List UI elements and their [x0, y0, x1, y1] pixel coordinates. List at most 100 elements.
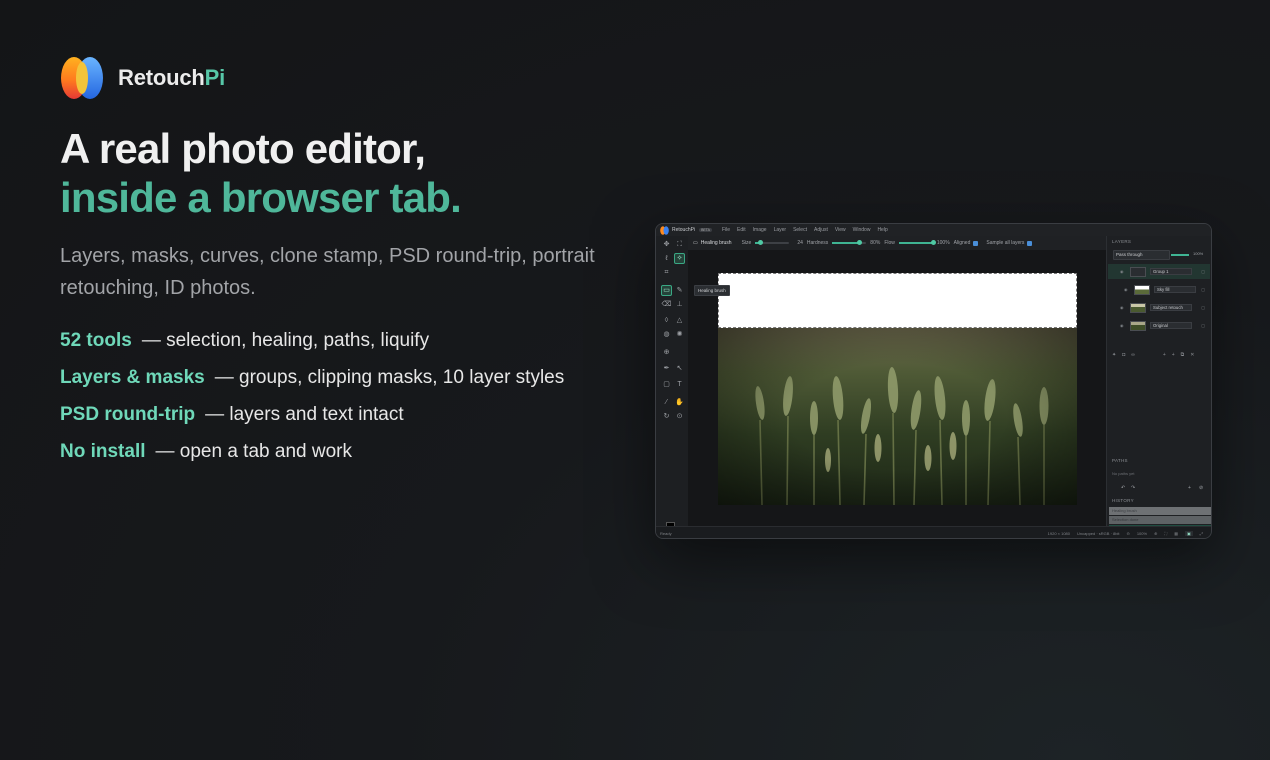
shape-tool-icon[interactable]: ▢	[661, 379, 672, 390]
lasso-tool-icon[interactable]: ℓ	[661, 253, 672, 264]
undo-icon[interactable]: ↶	[1121, 485, 1125, 491]
document-meta: Uncapped · sRGB · 8bit	[1077, 530, 1120, 536]
delete-path-icon[interactable]: ⊘	[1199, 485, 1203, 491]
delete-layer-icon[interactable]: ✕	[1190, 352, 1194, 358]
menu-help[interactable]: Help	[877, 227, 887, 233]
document-canvas[interactable]	[718, 273, 1077, 505]
bandage-icon: ▭	[693, 240, 698, 246]
folder-icon	[1130, 266, 1146, 277]
layer-name[interactable]: Sky fill	[1154, 286, 1196, 293]
healing-brush-tool-icon[interactable]: ▭	[661, 285, 672, 296]
visibility-eye-icon[interactable]: ◉	[1124, 287, 1130, 292]
menu-image[interactable]: Image	[753, 227, 767, 233]
path-select-tool-icon[interactable]: ↖	[674, 363, 685, 374]
menu-file[interactable]: File	[722, 227, 730, 233]
link-icon[interactable]: ∞	[1131, 352, 1135, 358]
feature-item: No install — open a tab and work	[60, 433, 564, 470]
canvas-area[interactable]	[688, 250, 1106, 526]
blend-mode-select[interactable]: Pass through	[1113, 250, 1170, 260]
pen-tool-icon[interactable]: ✒	[661, 363, 672, 374]
add-mask-icon[interactable]: ◘	[1122, 352, 1125, 358]
brush-tool-icon[interactable]: ✎	[674, 285, 685, 296]
layers-panel-title: LAYERS	[1112, 239, 1132, 244]
visibility-eye-icon[interactable]: ◉	[1120, 269, 1126, 274]
feature-item: PSD round-trip — layers and text intact	[60, 396, 564, 433]
status-bar: Ready 1920 × 1080 Uncapped · sRGB · 8bit…	[656, 526, 1211, 538]
feature-desc: — open a tab and work	[155, 441, 352, 462]
hand-tool-icon[interactable]: ✋	[674, 397, 685, 408]
menu-bar: RetouchPi BETA File Edit Image Layer Sel…	[656, 224, 1211, 236]
aligned-label: Aligned	[953, 240, 971, 246]
layer-row[interactable]: ◉ Group 1 ▢	[1108, 264, 1210, 279]
stamp-tool-icon[interactable]: ⊥	[674, 299, 685, 310]
document-dimensions: 1920 × 1080	[1047, 530, 1070, 536]
new-group-icon[interactable]: +	[1163, 352, 1166, 358]
status-right: 1920 × 1080 Uncapped · sRGB · 8bit ⊖ 100…	[1047, 530, 1203, 536]
duplicate-layer-icon[interactable]: ⧉	[1181, 352, 1185, 358]
hardness-slider[interactable]	[832, 240, 867, 245]
fit-screen-icon[interactable]: ⛶	[1164, 531, 1167, 536]
lock-icon[interactable]: ▢	[1201, 287, 1205, 292]
rotate-view-tool-icon[interactable]: ↻	[661, 411, 672, 422]
history-item[interactable]: Selection done	[1109, 516, 1211, 524]
crop-tool-icon[interactable]: ⌗	[661, 267, 672, 278]
visibility-eye-icon[interactable]: ◉	[1120, 305, 1126, 310]
move-tool-icon[interactable]: ✥	[661, 239, 672, 250]
headline-line-2: inside a browser tab.	[60, 174, 462, 221]
add-style-icon[interactable]: ✦	[1112, 352, 1116, 358]
opacity-slider[interactable]	[1171, 254, 1189, 256]
visibility-eye-icon[interactable]: ◉	[1120, 323, 1126, 328]
layer-name[interactable]: Subject retouch	[1150, 304, 1192, 311]
history-item[interactable]: Healing brush	[1109, 507, 1211, 515]
layer-name[interactable]: Group 1	[1150, 268, 1192, 275]
lock-icon[interactable]: ▢	[1201, 305, 1205, 310]
size-label: Size	[741, 240, 752, 246]
size-slider[interactable]	[755, 240, 790, 245]
add-path-icon[interactable]: +	[1188, 485, 1191, 491]
brand: RetouchPi	[60, 56, 225, 100]
redo-icon[interactable]: ↷	[1131, 485, 1135, 491]
layer-thumbnail	[1130, 302, 1146, 313]
menu-adjust[interactable]: Adjust	[814, 227, 828, 233]
flow-slider[interactable]	[898, 240, 936, 245]
fullscreen-icon[interactable]: ⤢	[1200, 531, 1203, 536]
type-tool-icon[interactable]: T	[674, 379, 685, 390]
zoom-in-icon[interactable]: ⊕	[1154, 531, 1157, 536]
tools-panel: ✥ ⛶ ℓ ✧ ⌗ ▭ ✎ ⌫ ⊥ ◊ △ ◍ ✺ ⊕ ✒ ↖ ▢ T ⁄ ✋ …	[656, 236, 688, 533]
mode-button[interactable]: ▣	[1185, 530, 1193, 536]
feature-key: Layers & masks	[60, 367, 205, 388]
zoom-view-tool-icon[interactable]: ⊙	[674, 411, 685, 422]
lock-icon[interactable]: ▢	[1201, 323, 1205, 328]
magic-wand-tool-icon[interactable]: ✧	[674, 253, 685, 264]
menu-view[interactable]: View	[835, 227, 846, 233]
blur-tool-icon[interactable]: ◊	[661, 315, 672, 326]
new-adjustment-icon[interactable]: +	[1172, 352, 1175, 358]
layer-thumbnail	[1134, 284, 1150, 295]
tool-options-bar: ▭ Healing brush Size 24 Hardness 80% Flow…	[688, 236, 1106, 250]
menu-layer[interactable]: Layer	[774, 227, 787, 233]
zoom-tool-icon[interactable]: ⊕	[661, 347, 672, 358]
current-tool: ▭ Healing brush	[693, 240, 732, 246]
grid-icon[interactable]: ▦	[1174, 531, 1178, 536]
lock-icon[interactable]: ▢	[1201, 269, 1205, 274]
aligned-checkbox[interactable]	[973, 240, 979, 246]
zoom-out-icon[interactable]: ⊖	[1126, 531, 1129, 536]
layer-name[interactable]: Original	[1150, 322, 1192, 329]
dodge-tool-icon[interactable]: △	[674, 315, 685, 326]
layer-row[interactable]: ◉ Subject retouch ▢	[1108, 300, 1210, 315]
layer-row[interactable]: ◉ Sky fill ▢	[1108, 282, 1210, 297]
layer-row[interactable]: ◉ Original ▢	[1108, 318, 1210, 333]
sample-all-checkbox[interactable]	[1027, 240, 1033, 246]
eraser-tool-icon[interactable]: ⌫	[661, 299, 672, 310]
size-value: 24	[797, 240, 803, 246]
gradient-tool-icon[interactable]: ◍	[661, 329, 672, 340]
feature-list: 52 tools — selection, healing, paths, liq…	[60, 322, 564, 470]
menu-select[interactable]: Select	[793, 227, 807, 233]
menu-edit[interactable]: Edit	[737, 227, 746, 233]
menu-window[interactable]: Window	[853, 227, 871, 233]
sponge-tool-icon[interactable]: ✺	[674, 329, 685, 340]
artboard-tool-icon[interactable]: ⛶	[674, 239, 685, 250]
eyedropper-tool-icon[interactable]: ⁄	[661, 397, 672, 408]
feature-key: PSD round-trip	[60, 404, 196, 425]
layer-thumbnail	[1130, 320, 1146, 331]
